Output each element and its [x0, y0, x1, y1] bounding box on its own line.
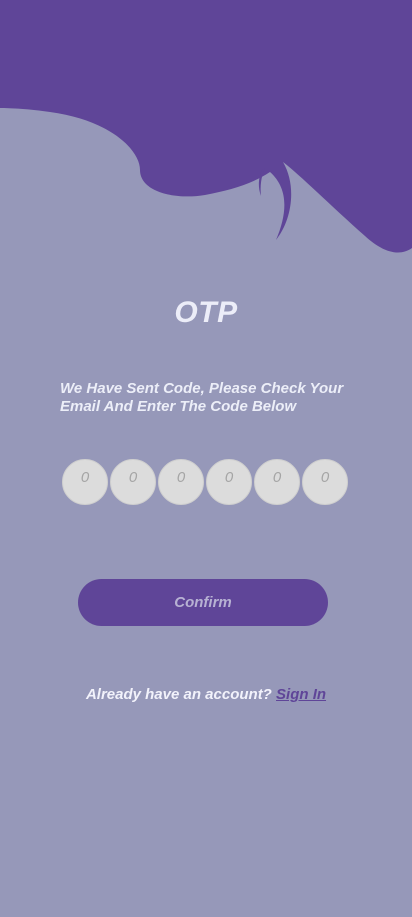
otp-digit-5-input[interactable]: 0: [254, 459, 300, 505]
header-wave-decoration: [0, 0, 412, 253]
otp-instructions: We Have Sent Code, Please Check Your Ema…: [60, 380, 344, 415]
sign-in-link[interactable]: Sign In: [276, 686, 326, 703]
otp-digit-2-input[interactable]: 0: [110, 459, 156, 505]
sign-in-prompt-text: Already have an account?: [85, 686, 272, 703]
otp-digit-3-input[interactable]: 0: [158, 459, 204, 505]
otp-digit-1-input[interactable]: 0: [62, 459, 108, 505]
sign-in-prompt: Already have an account? Sign In: [0, 686, 412, 703]
otp-input-group: 0 0 0 0 0 0: [62, 459, 352, 507]
page-title: OTP: [174, 296, 238, 329]
confirm-button[interactable]: Confirm: [78, 579, 328, 626]
otp-digit-6-input[interactable]: 0: [302, 459, 348, 505]
otp-screen: OTP We Have Sent Code, Please Check Your…: [0, 0, 412, 917]
otp-digit-4-input[interactable]: 0: [206, 459, 252, 505]
